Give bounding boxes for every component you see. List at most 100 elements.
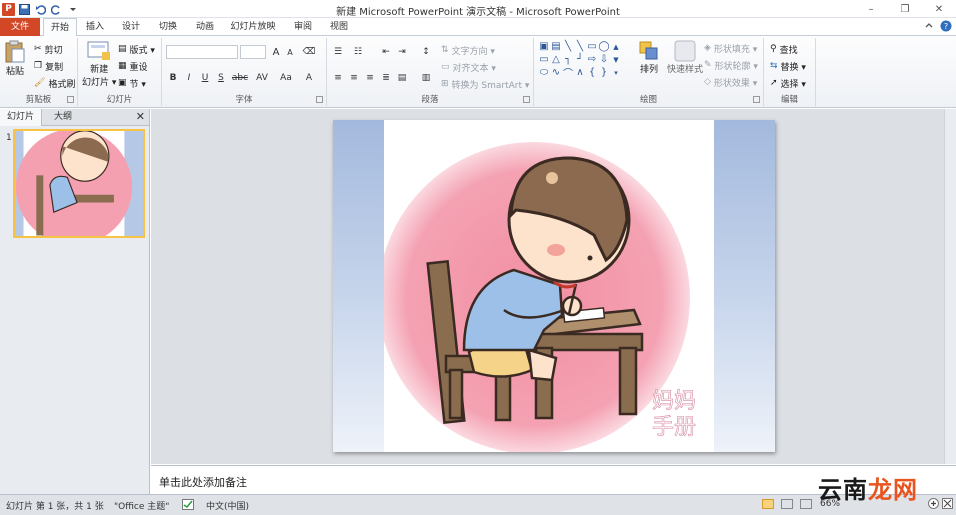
tab-file[interactable]: 文件: [0, 18, 40, 36]
shape-fill-button[interactable]: ◈ 形状填充 ▾: [704, 41, 757, 55]
format-painter-button[interactable]: 🖌 格式刷: [34, 76, 75, 90]
tab-view[interactable]: 视图: [324, 18, 354, 36]
curve-icon[interactable]: ⌒: [562, 66, 574, 80]
shrink-font-button[interactable]: A: [283, 45, 297, 59]
rectangle-icon[interactable]: ▭: [586, 40, 598, 53]
brace-icon[interactable]: }: [598, 66, 610, 79]
convert-smartart-button[interactable]: ⊞ 转换为 SmartArt ▾: [441, 77, 529, 91]
text-shadow-button[interactable]: S: [214, 71, 228, 85]
numbering-icon[interactable]: ☷: [351, 45, 365, 59]
normal-view-icon[interactable]: [762, 499, 774, 509]
tab-review[interactable]: 审阅: [288, 18, 318, 36]
align-center-icon[interactable]: ≡: [347, 71, 361, 85]
slide-picture[interactable]: 妈妈 手册: [384, 120, 714, 452]
gallery-scroll-icon[interactable]: ▼: [610, 53, 622, 66]
zoom-in-icon[interactable]: [928, 498, 939, 512]
justify-icon[interactable]: ≣: [379, 71, 393, 85]
rectangle-icon[interactable]: ▭: [538, 53, 550, 66]
shape-outline-button[interactable]: ✎ 形状轮廓 ▾: [704, 58, 758, 72]
tab-transitions[interactable]: 切换: [153, 18, 183, 36]
slide-sorter-view-icon[interactable]: [780, 499, 793, 509]
restore-button[interactable]: ❐: [888, 0, 922, 18]
shape-effects-button[interactable]: ◇ 形状效果 ▾: [704, 75, 757, 89]
oval-icon[interactable]: ⬭: [538, 66, 550, 79]
line-spacing-icon[interactable]: ↕: [419, 45, 433, 59]
down-arrow-icon[interactable]: ⇩: [598, 53, 610, 66]
reading-view-icon[interactable]: [799, 499, 812, 509]
decrease-indent-icon[interactable]: ⇤: [379, 45, 393, 59]
close-pane-icon[interactable]: ✕: [136, 110, 145, 123]
font-launcher[interactable]: [316, 96, 323, 103]
right-arrow-icon[interactable]: ⇨: [586, 53, 598, 66]
minimize-ribbon-icon[interactable]: [924, 21, 934, 31]
gallery-more-icon[interactable]: ▾: [610, 66, 622, 79]
find-button[interactable]: ⚲ 查找: [770, 42, 798, 56]
strikethrough-button[interactable]: abc: [230, 71, 250, 85]
select-button[interactable]: ➚ 选择 ▾: [770, 76, 806, 90]
new-slide-button[interactable]: 新建 幻灯片 ▾: [82, 40, 116, 88]
character-spacing-button[interactable]: AV: [252, 71, 272, 85]
paste-button[interactable]: 粘贴: [4, 40, 26, 77]
bold-button[interactable]: B: [166, 71, 180, 85]
layout-button[interactable]: ▤ 版式 ▾: [118, 42, 155, 56]
reset-button[interactable]: ▦ 重设: [118, 59, 148, 73]
vertical-scrollbar[interactable]: [944, 109, 956, 464]
bullets-icon[interactable]: ☰: [331, 45, 345, 59]
text-direction-button[interactable]: ⇅ 文字方向 ▾: [441, 43, 495, 57]
help-icon[interactable]: ?: [940, 20, 952, 32]
clear-formatting-icon[interactable]: ⌫: [302, 45, 316, 59]
increase-indent-icon[interactable]: ⇥: [395, 45, 409, 59]
tab-slideshow[interactable]: 幻灯片放映: [228, 18, 278, 36]
line-icon[interactable]: ╲: [574, 40, 586, 53]
tab-home[interactable]: 开始: [43, 18, 77, 37]
curve-icon[interactable]: ∿: [550, 66, 562, 79]
drawing-launcher[interactable]: [753, 96, 760, 103]
font-size-dropdown[interactable]: [240, 45, 266, 59]
language-status[interactable]: 中文(中国): [206, 499, 249, 512]
line-icon[interactable]: ╲: [562, 40, 574, 53]
gallery-scroll-icon[interactable]: ▲: [610, 40, 622, 53]
minimize-button[interactable]: –: [854, 0, 888, 18]
italic-button[interactable]: I: [182, 71, 196, 85]
quick-styles-button[interactable]: 快速样式: [667, 40, 703, 75]
clipboard-group-label: 剪贴板: [25, 95, 52, 105]
spell-check-icon[interactable]: [182, 499, 194, 513]
slide-canvas[interactable]: 妈妈 手册: [333, 120, 775, 452]
cut-button[interactable]: ✂ 剪切: [34, 42, 63, 56]
columns-icon[interactable]: ▥: [419, 71, 433, 85]
font-name-dropdown[interactable]: [166, 45, 238, 59]
font-color-button[interactable]: A: [302, 71, 316, 85]
triangle-icon[interactable]: △: [550, 53, 562, 66]
align-text-button[interactable]: ▭ 对齐文本 ▾: [441, 60, 496, 74]
close-button[interactable]: ✕: [922, 0, 956, 18]
tab-insert[interactable]: 插入: [80, 18, 110, 36]
freeform-icon[interactable]: ∧: [574, 66, 586, 79]
oval-icon[interactable]: ◯: [598, 40, 610, 53]
slide-thumbnail[interactable]: [13, 129, 145, 238]
distributed-icon[interactable]: ▤: [395, 71, 409, 85]
slide-editing-area[interactable]: 妈妈 手册: [151, 109, 956, 464]
section-button[interactable]: ▣ 节 ▾: [118, 76, 146, 90]
shape-gallery[interactable]: ▣ ▤ ╲ ╲ ▭ ◯ ▲ ▭ △ ┐ ┘ ⇨ ⇩ ▼ ⬭ ∿ ⌒ ∧ { } …: [538, 40, 622, 80]
replace-button[interactable]: ⇆ 替换 ▾: [770, 59, 806, 73]
brace-icon[interactable]: {: [586, 66, 598, 79]
tab-animations[interactable]: 动画: [190, 18, 220, 36]
theme-status[interactable]: "Office 主题": [114, 499, 169, 512]
elbow-connector-icon[interactable]: ┘: [574, 53, 586, 66]
tab-design[interactable]: 设计: [116, 18, 146, 36]
paragraph-launcher[interactable]: [523, 96, 530, 103]
tab-slides-pane[interactable]: 幻灯片: [0, 109, 42, 126]
fit-slide-icon[interactable]: [942, 498, 953, 512]
vertical-text-box-icon[interactable]: ▤: [550, 40, 562, 53]
change-case-button[interactable]: Aa: [276, 71, 296, 85]
text-box-icon[interactable]: ▣: [538, 40, 550, 53]
grow-font-button[interactable]: A: [269, 45, 283, 59]
underline-button[interactable]: U: [198, 71, 212, 85]
align-left-icon[interactable]: ≡: [331, 71, 345, 85]
arrange-button[interactable]: 排列: [638, 40, 660, 75]
align-right-icon[interactable]: ≡: [363, 71, 377, 85]
tab-outline-pane[interactable]: 大纲: [44, 109, 82, 126]
clipboard-launcher[interactable]: [67, 96, 74, 103]
notes-placeholder[interactable]: 单击此处添加备注: [159, 474, 247, 490]
copy-button[interactable]: ❐ 复制: [34, 59, 63, 73]
